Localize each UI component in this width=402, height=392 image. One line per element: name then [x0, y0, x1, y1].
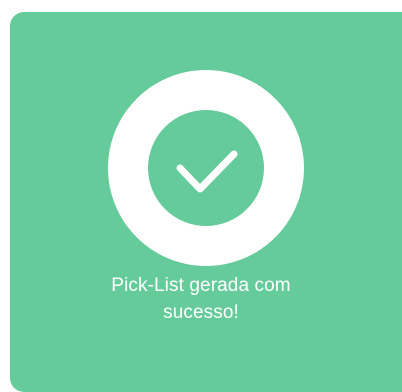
check-circle-icon — [108, 70, 304, 266]
success-message-line-2: sucesso! — [163, 302, 239, 323]
success-message: Pick-List gerada com sucesso! — [0, 272, 402, 326]
success-message-line-1: Pick-List gerada com — [111, 275, 291, 296]
